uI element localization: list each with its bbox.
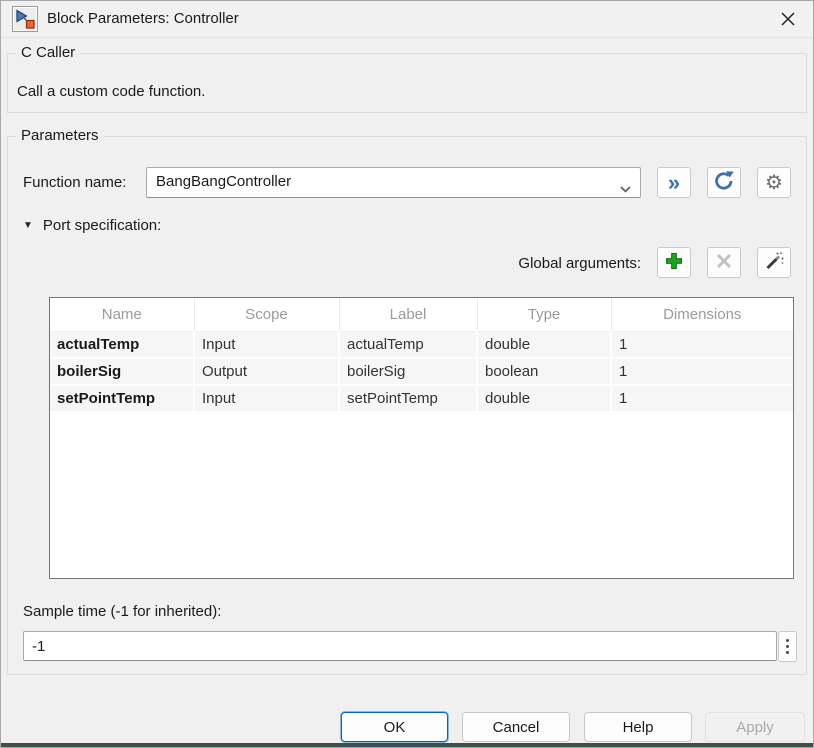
block-description: Call a custom code function.: [17, 83, 205, 100]
apply-button[interactable]: Apply: [705, 712, 805, 742]
sample-time-label: Sample time (-1 for inherited):: [23, 603, 221, 620]
cell-scope[interactable]: Output: [194, 358, 339, 385]
collapse-triangle-icon: ▼: [23, 221, 33, 231]
magic-wand-icon: [764, 251, 784, 274]
cell-label[interactable]: boilerSig: [339, 358, 477, 385]
function-name-value: BangBangController: [156, 173, 291, 190]
dialog-title: Block Parameters: Controller: [47, 10, 239, 27]
port-specification-label: Port specification:: [43, 217, 161, 234]
window-bottom-edge: [1, 743, 813, 747]
port-specification-table: Name Scope Label Type Dimensions actualT…: [49, 297, 794, 579]
help-button[interactable]: Help: [584, 712, 692, 742]
goto-function-button[interactable]: »: [657, 167, 691, 198]
table-row[interactable]: actualTemp Input actualTemp double 1: [50, 331, 793, 358]
cell-label[interactable]: actualTemp: [339, 331, 477, 358]
simulink-block-icon: [12, 6, 38, 32]
cell-dimensions[interactable]: 1: [611, 358, 793, 385]
chevron-down-icon: [620, 180, 631, 187]
settings-button[interactable]: ⚙: [757, 167, 791, 198]
delete-x-icon: [715, 252, 733, 273]
refresh-button[interactable]: [707, 167, 741, 198]
cell-dimensions[interactable]: 1: [611, 385, 793, 412]
column-header-name: Name: [50, 298, 194, 331]
add-argument-button[interactable]: [657, 247, 691, 278]
table-row[interactable]: setPointTemp Input setPointTemp double 1: [50, 385, 793, 412]
gear-icon: ⚙: [765, 173, 783, 193]
cancel-button[interactable]: Cancel: [462, 712, 570, 742]
ok-button[interactable]: OK: [341, 712, 448, 742]
sample-time-options-button[interactable]: [778, 631, 797, 662]
c-caller-group-title: C Caller: [16, 44, 80, 61]
cell-scope[interactable]: Input: [194, 331, 339, 358]
block-parameters-dialog: Block Parameters: Controller C Caller Ca…: [0, 0, 814, 748]
sample-time-input[interactable]: [23, 631, 777, 661]
cell-name[interactable]: setPointTemp: [50, 385, 194, 412]
close-button[interactable]: [775, 7, 801, 33]
table-row[interactable]: boilerSig Output boilerSig boolean 1: [50, 358, 793, 385]
double-chevron-icon: »: [668, 170, 680, 196]
cell-label[interactable]: setPointTemp: [339, 385, 477, 412]
function-name-combobox[interactable]: BangBangController: [146, 167, 641, 198]
column-header-type: Type: [477, 298, 611, 331]
column-header-scope: Scope: [194, 298, 339, 331]
cell-type[interactable]: double: [477, 331, 611, 358]
global-arguments-label: Global arguments:: [421, 255, 641, 272]
refresh-icon: [713, 170, 735, 195]
parameters-group-title: Parameters: [16, 127, 104, 144]
port-specification-toggle[interactable]: ▼ Port specification:: [23, 217, 161, 234]
cell-type[interactable]: double: [477, 385, 611, 412]
cell-name[interactable]: actualTemp: [50, 331, 194, 358]
delete-argument-button[interactable]: [707, 247, 741, 278]
cell-dimensions[interactable]: 1: [611, 331, 793, 358]
auto-fill-wand-button[interactable]: [757, 247, 791, 278]
kebab-menu-icon: [786, 639, 789, 654]
column-header-label: Label: [339, 298, 477, 331]
plus-icon: [664, 251, 684, 274]
cell-type[interactable]: boolean: [477, 358, 611, 385]
column-header-dimensions: Dimensions: [611, 298, 793, 331]
titlebar: Block Parameters: Controller: [1, 1, 813, 38]
function-name-label: Function name:: [23, 174, 126, 191]
cell-scope[interactable]: Input: [194, 385, 339, 412]
table-header-row: Name Scope Label Type Dimensions: [50, 298, 793, 331]
cell-name[interactable]: boilerSig: [50, 358, 194, 385]
close-icon: [780, 11, 796, 30]
